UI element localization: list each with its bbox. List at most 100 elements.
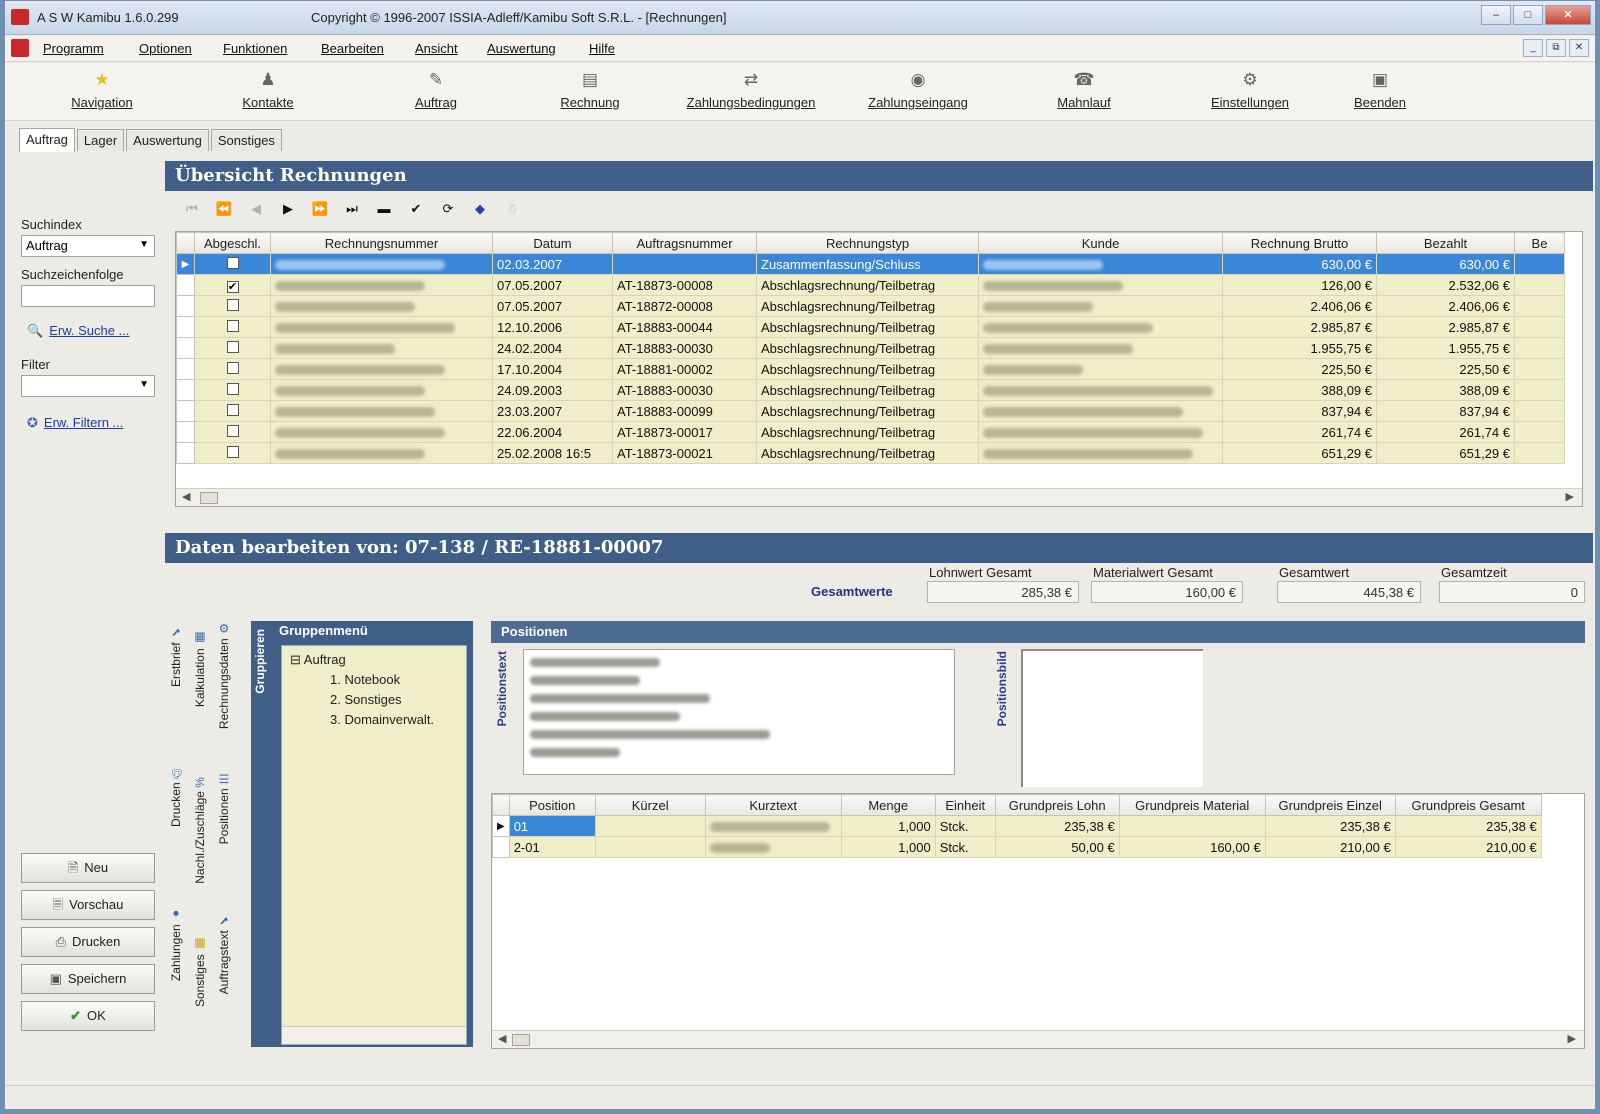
overview-hscrollbar[interactable]: ◀ ▶ — [176, 488, 1582, 506]
cell-abgeschlossen[interactable] — [194, 337, 271, 359]
menu-programm[interactable]: Programm — [43, 41, 104, 56]
vtab-auftragstext[interactable]: Auftragstext ✔ — [217, 913, 231, 994]
col-bezahlt[interactable]: Bezahlt — [1376, 232, 1515, 254]
col-datum[interactable]: Datum — [492, 232, 613, 254]
menu-optionen[interactable]: Optionen — [139, 41, 192, 56]
table-row[interactable]: 23.03.2007 AT-18883-00099 Abschlagsrechnun… — [176, 400, 1565, 422]
tab-auftrag[interactable]: Auftrag — [19, 128, 75, 152]
table-row[interactable]: ✔ 07.05.2007 AT-18873-00008 Abschlagsrechnu… — [176, 274, 1565, 296]
vtab-drucken[interactable]: Drucken ⎙ — [169, 767, 183, 827]
print-button[interactable]: ⎙ Drucken — [21, 927, 155, 957]
next-record-icon[interactable]: ▶ — [279, 200, 297, 218]
col-kunde[interactable]: Kunde — [978, 232, 1223, 254]
toolbar-zahlungsbedingungen-button[interactable]: ⇄ Zahlungsbedingungen — [671, 67, 831, 117]
last-record-icon[interactable]: ⏭ — [343, 200, 361, 218]
tree-node-notebook[interactable]: 1. Notebook — [330, 672, 400, 687]
table-row[interactable]: ▶ 02.03.2007 Zusammenfassung/Schluss 630,00… — [176, 253, 1565, 275]
vtab-kalkulation[interactable]: Kalkulation ▦ — [193, 631, 207, 707]
position-text-box[interactable] — [523, 649, 955, 775]
cell-abgeschlossen[interactable] — [194, 295, 271, 317]
col-rechnung-brutto[interactable]: Rechnung Brutto — [1222, 232, 1377, 254]
tree-node-domainverwaltung[interactable]: 3. Domainverwalt. — [330, 712, 434, 727]
table-row[interactable]: ▶ 01 1,000 Stck. 235,38 €235,38 €235,38 € — [492, 815, 1542, 837]
cell-abgeschlossen[interactable] — [194, 253, 271, 275]
toolbar-einstellungen-button[interactable]: ⚙ Einstellungen — [1175, 67, 1325, 117]
positions-hscrollbar[interactable]: ◀ ▶ — [492, 1030, 1584, 1048]
checkbox[interactable] — [226, 340, 239, 353]
table-row[interactable]: 25.02.2008 16:5 AT-18873-00021 Abschlagsre… — [176, 442, 1565, 464]
toolbar-mahnlauf-button[interactable]: ☎ Mahnlauf — [1009, 67, 1159, 117]
checkbox[interactable] — [226, 382, 239, 395]
col-grundpreis-material[interactable]: Grundpreis Material — [1118, 794, 1266, 816]
mdi-close-button[interactable]: ✕ — [1569, 39, 1589, 57]
tree-hscrollbar[interactable] — [282, 1026, 466, 1044]
cell-abgeschlossen[interactable] — [194, 442, 271, 464]
scroll-left-icon[interactable]: ◀ — [182, 490, 190, 503]
table-row[interactable]: 17.10.2004 AT-18881-00002 Abschlagsrechnun… — [176, 358, 1565, 380]
refresh-icon[interactable]: ⟳ — [439, 200, 457, 218]
menu-bearbeiten[interactable]: Bearbeiten — [321, 41, 384, 56]
col-kuerzel[interactable]: Kürzel — [594, 794, 706, 816]
cell-abgeschlossen[interactable] — [194, 421, 271, 443]
checkbox[interactable] — [226, 319, 239, 332]
post-record-icon[interactable]: ✔ — [407, 200, 425, 218]
toolbar-navigation-button[interactable]: ★ Navigation — [27, 67, 177, 117]
close-button[interactable]: ✕ — [1545, 5, 1591, 25]
toolbar-zahlungseingang-button[interactable]: ◉ Zahlungseingang — [843, 67, 993, 117]
col-rechnungsnummer[interactable]: Rechnungsnummer — [270, 232, 493, 254]
col-auftragsnummer[interactable]: Auftragsnummer — [612, 232, 757, 254]
col-be[interactable]: Be — [1514, 232, 1565, 254]
table-row[interactable]: 24.09.2003 AT-18883-00030 Abschlagsrechnun… — [176, 379, 1565, 401]
tab-auswertung[interactable]: Auswertung — [126, 129, 209, 151]
prior-record-icon[interactable]: ◀ — [247, 200, 265, 218]
col-grundpreis-einzel[interactable]: Grundpreis Einzel — [1264, 794, 1396, 816]
mdi-app-icon[interactable] — [11, 39, 29, 57]
checkbox[interactable] — [226, 256, 239, 269]
filter-record-icon[interactable]: ☃ — [503, 200, 521, 218]
table-row[interactable]: 22.06.2004 AT-18873-00017 Abschlagsrechnun… — [176, 421, 1565, 443]
scroll-left-icon[interactable]: ◀ — [498, 1032, 506, 1045]
toolbar-rechnung-button[interactable]: ▤ Rechnung — [515, 67, 665, 117]
first-record-icon[interactable]: ⏮ — [183, 200, 201, 218]
vtab-erstbrief[interactable]: Erstbrief ✔ — [169, 625, 183, 687]
col-kurztext[interactable]: Kurztext — [704, 794, 842, 816]
checkbox[interactable] — [226, 424, 239, 437]
ok-button[interactable]: ✔ OK — [21, 1001, 155, 1031]
scroll-right-icon[interactable]: ▶ — [1566, 490, 1574, 503]
cell-abgeschlossen[interactable]: ✔ — [194, 274, 271, 296]
table-row[interactable]: 12.10.2006 AT-18883-00044 Abschlagsrechnun… — [176, 316, 1565, 338]
mdi-restore-button[interactable]: ⧉ — [1546, 39, 1566, 57]
vtab-nachlaesse[interactable]: Nachl./Zuschläge % — [193, 777, 207, 884]
bookmark-icon[interactable]: ◆ — [471, 200, 489, 218]
checkbox[interactable] — [226, 361, 239, 374]
minimize-button[interactable]: – — [1481, 5, 1511, 25]
save-button[interactable]: ▣ Speichern — [21, 964, 155, 994]
toolbar-auftrag-button[interactable]: ✎ Auftrag — [361, 67, 511, 117]
col-position[interactable]: Position — [508, 794, 596, 816]
maximize-button[interactable]: □ — [1513, 5, 1543, 25]
suchindex-select[interactable]: Auftrag ▼ — [21, 235, 155, 257]
scroll-thumb[interactable] — [512, 1034, 530, 1046]
scroll-right-icon[interactable]: ▶ — [1568, 1032, 1576, 1045]
mdi-minimize-button[interactable]: _ — [1523, 39, 1543, 57]
tab-lager[interactable]: Lager — [76, 129, 125, 151]
preview-button[interactable]: 🗏 Vorschau — [21, 890, 155, 920]
cell-abgeschlossen[interactable] — [194, 358, 271, 380]
extended-search-link[interactable]: 🔍 Erw. Suche ... — [27, 323, 129, 339]
delete-record-icon[interactable]: ▬ — [375, 200, 393, 218]
toolbar-kontakte-button[interactable]: ♟ Kontakte — [193, 67, 343, 117]
col-menge[interactable]: Menge — [840, 794, 936, 816]
checkbox[interactable] — [226, 403, 239, 416]
menu-auswertung[interactable]: Auswertung — [487, 41, 556, 56]
scroll-thumb[interactable] — [200, 492, 218, 504]
prior-page-icon[interactable]: ⏪ — [215, 200, 233, 218]
vtab-zahlungen[interactable]: Zahlungen ● — [169, 907, 183, 981]
filter-select[interactable]: ▼ — [21, 375, 155, 397]
col-abgeschlossen[interactable]: Abgeschl. — [194, 232, 271, 254]
cell-abgeschlossen[interactable] — [194, 379, 271, 401]
cell-abgeschlossen[interactable] — [194, 316, 271, 338]
col-einheit[interactable]: Einheit — [934, 794, 996, 816]
menu-funktionen[interactable]: Funktionen — [223, 41, 287, 56]
extended-filter-link[interactable]: ✪ Erw. Filtern ... — [27, 415, 123, 431]
col-grundpreis-lohn[interactable]: Grundpreis Lohn — [994, 794, 1120, 816]
